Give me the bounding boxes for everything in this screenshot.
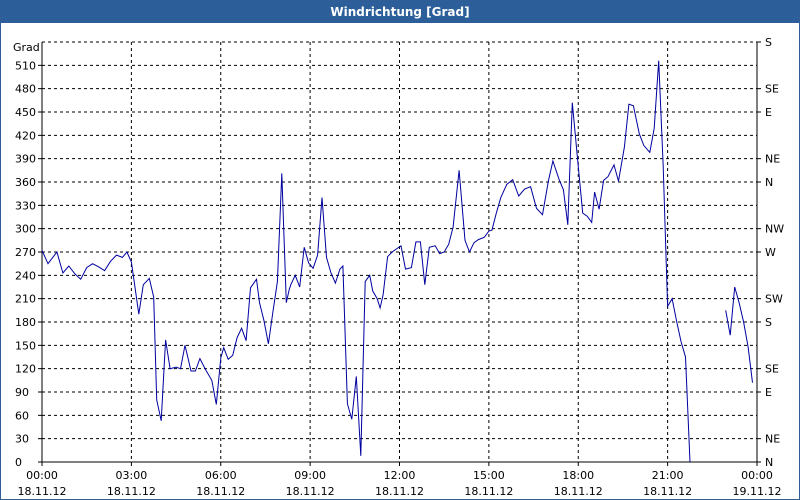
y-tick-label: 450 xyxy=(15,106,36,119)
chart-window: Windrichtung [Grad] Grad 0 30 60 90 120 150 18… xyxy=(0,0,800,500)
x-tick-time: 09:00 xyxy=(294,469,326,482)
wind-direction-chart: Grad 0 30 60 90 120 150 180 210 240 270 300 330 360 3… xyxy=(13,36,784,498)
x-tick-date: 18.11.12 xyxy=(375,485,424,498)
right-axis-label: S xyxy=(765,36,772,49)
right-axis-label: SW xyxy=(765,293,783,306)
x-tick-time: 06:00 xyxy=(205,469,237,482)
y-tick-label: 240 xyxy=(15,269,36,282)
y-tick-label: 120 xyxy=(15,363,36,376)
y-tick-label: 420 xyxy=(15,129,36,142)
right-axis-label: W xyxy=(765,246,776,259)
y-tick-label: 30 xyxy=(15,433,29,446)
y-tick-label: 210 xyxy=(15,293,36,306)
x-tick-date: 18.11.12 xyxy=(554,485,603,498)
x-tick-date: 18.11.12 xyxy=(196,485,245,498)
right-axis-label: NE xyxy=(765,433,780,446)
x-tick-date: 18.11.12 xyxy=(107,485,156,498)
y-tick-label: 360 xyxy=(15,176,36,189)
x-tick-time: 18:00 xyxy=(562,469,594,482)
series-line-1 xyxy=(41,60,691,463)
right-axis-label: N xyxy=(765,176,773,189)
right-axis-label: S xyxy=(765,316,772,329)
y-ticks: 0 30 60 90 120 150 180 210 240 270 300 330 360 390 420… xyxy=(15,59,36,469)
right-axis-label: NW xyxy=(765,223,784,236)
right-axis-label: N xyxy=(765,456,773,469)
right-axis-ticks: N NE E SE S SW W NW N NE E SE S xyxy=(765,36,784,469)
y-tick-label: 270 xyxy=(15,246,36,259)
y-tick-label: 0 xyxy=(15,456,22,469)
y-axis-label: Grad xyxy=(13,41,40,54)
y-tick-label: 480 xyxy=(15,83,36,96)
x-tick-date: 18.11.12 xyxy=(643,485,692,498)
x-tick-date: 18.11.12 xyxy=(18,485,67,498)
x-tick-time: 21:00 xyxy=(652,469,684,482)
right-axis-label: SE xyxy=(765,363,779,376)
right-axis-label: SE xyxy=(765,83,779,96)
y-tick-label: 510 xyxy=(15,59,36,72)
y-tick-label: 390 xyxy=(15,153,36,166)
y-tick-label: 180 xyxy=(15,316,36,329)
series xyxy=(41,60,753,463)
x-tick-time: 00:00 xyxy=(26,469,58,482)
y-tick-label: 150 xyxy=(15,339,36,352)
x-tick-date: 18.11.12 xyxy=(464,485,513,498)
grid xyxy=(42,41,757,462)
right-axis-label: NE xyxy=(765,153,780,166)
right-axis-label: E xyxy=(765,106,772,119)
y-tick-label: 90 xyxy=(15,386,29,399)
y-tick-label: 60 xyxy=(15,409,29,422)
y-tick-label: 330 xyxy=(15,199,36,212)
x-tick-date: 19.11.12 xyxy=(733,485,782,498)
x-tick-time: 00:00 xyxy=(741,469,773,482)
right-axis-label: E xyxy=(765,386,772,399)
y-tick-label: 300 xyxy=(15,223,36,236)
x-tick-time: 12:00 xyxy=(384,469,416,482)
x-tick-date: 18.11.12 xyxy=(286,485,335,498)
x-tick-time: 15:00 xyxy=(473,469,505,482)
x-ticks: 00:00 18.11.12 03:00 18.11.12 06:00 18.11.12 0… xyxy=(18,469,782,498)
x-tick-time: 03:00 xyxy=(116,469,148,482)
